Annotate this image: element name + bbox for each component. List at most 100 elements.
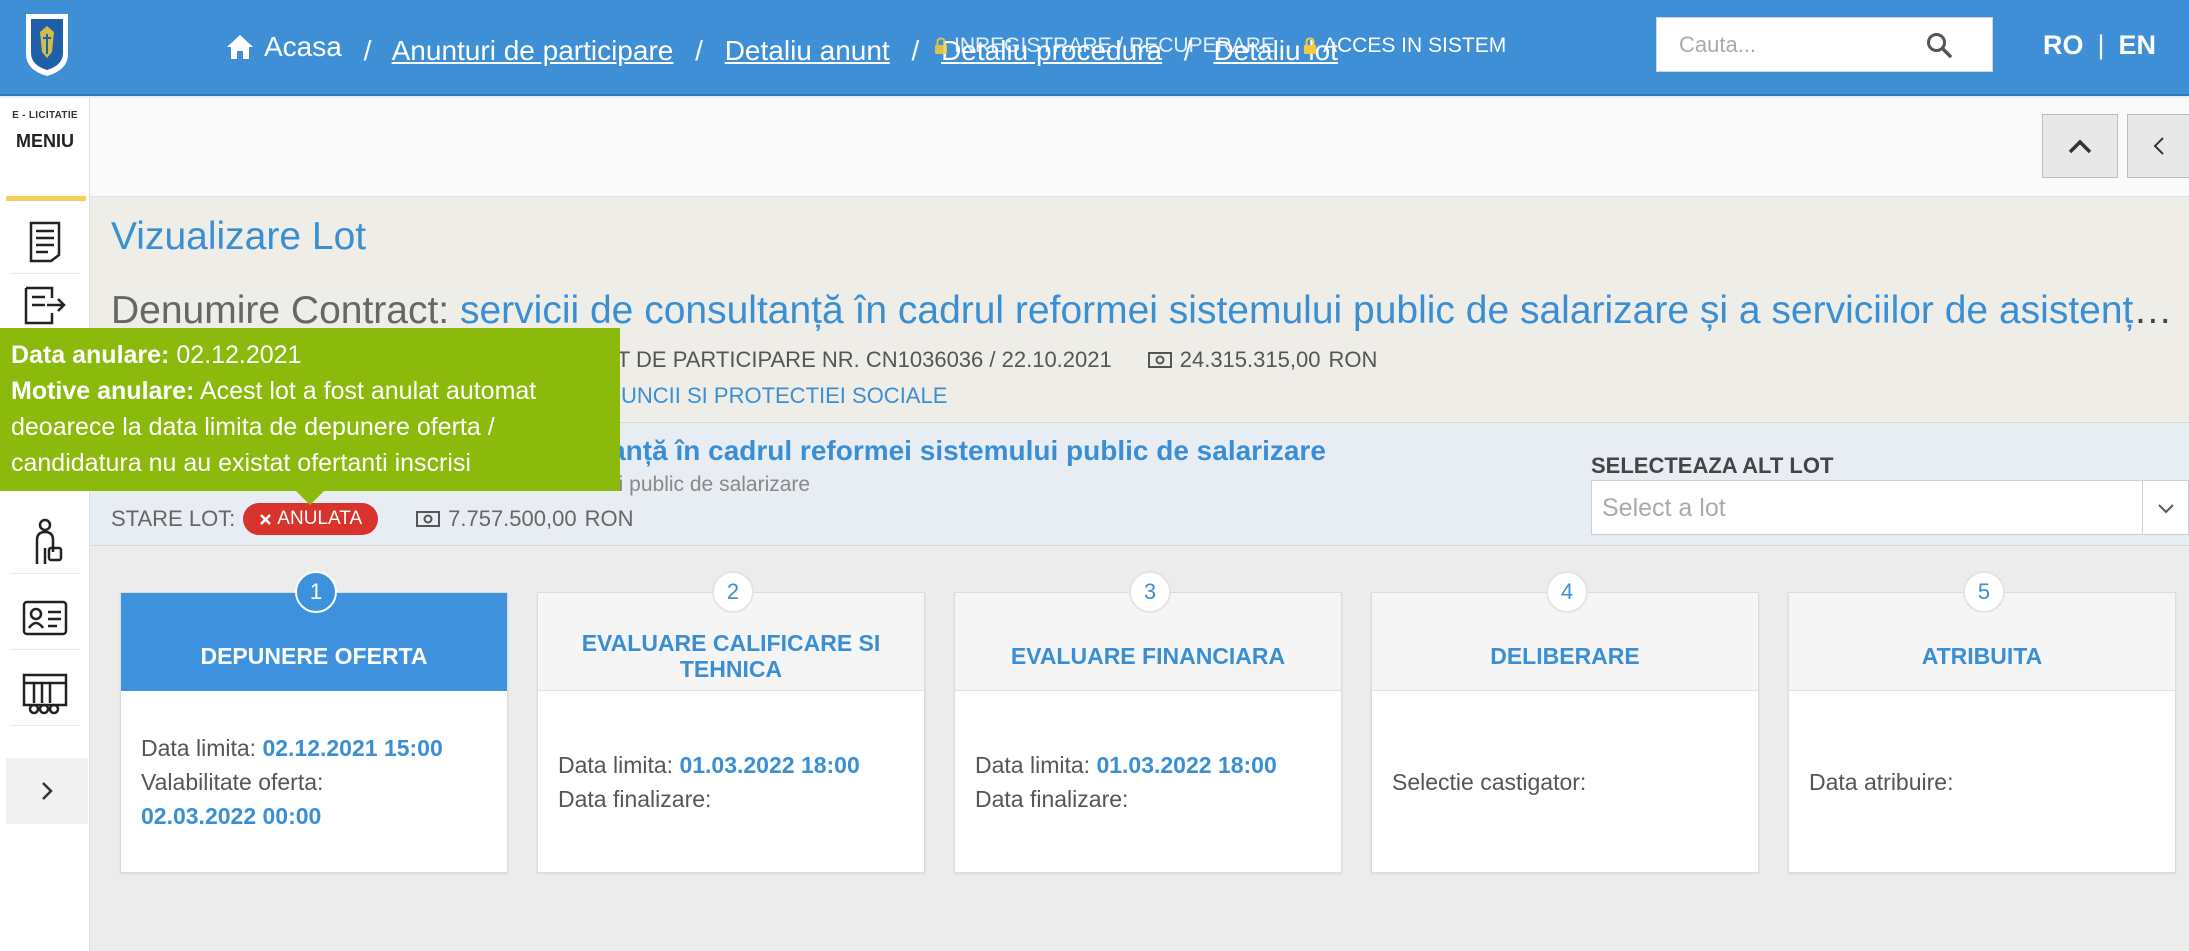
stage-row: Selectie castigator: [1392,765,1742,799]
tooltip-date-value: 02.12.2021 [176,341,302,369]
breadcrumb-separator: / [911,35,920,66]
stage-card-financial[interactable]: 3 EVALUARE FINANCIARA Data limita: 01.03… [954,571,1342,873]
stage-row: Valabilitate oferta: [141,765,491,799]
stage-card-submission[interactable]: 1 DEPUNERE OFERTA Data limita: 02.12.202… [120,571,508,873]
contract-currency: RON [1328,347,1378,372]
sidebar: E - LICITATIE MENIU [0,98,90,951]
person-bag-icon [35,518,63,564]
sidebar-item-list[interactable] [10,285,80,329]
stage-row-value: 02.12.2021 15:00 [262,735,443,761]
shield-crest-logo[interactable] [24,12,70,78]
list-arrow-icon [24,286,66,325]
stage-number: 2 [712,571,754,613]
tooltip-reason-row: Motive anulare: Acest lot a fost anulat … [11,373,609,481]
sub-toolbar [90,98,2189,197]
stage-row-label: Selectie castigator: [1392,769,1587,795]
dropdown-caret[interactable] [2142,481,2188,534]
stage-body: Data limita: 02.12.2021 15:00 Valabilita… [141,691,491,873]
select-lot-dropdown[interactable]: Select a lot [1591,480,2189,535]
stage-number: 3 [1129,571,1171,613]
lot-amount-value: 7.757.500,00 [448,506,577,531]
chevron-down-icon [2157,503,2174,513]
stage-card-awarded[interactable]: 5 ATRIBUITA Data atribuire: [1788,571,2176,873]
lot-state: STARE LOT: ANULATA 7.757.500,00 RON [111,503,633,535]
stage-row-value: 01.03.2022 18:00 [679,752,860,778]
register-label: INREGISTRARE / RECUPERARE [954,34,1275,57]
stage-row-value: 01.03.2022 18:00 [1096,752,1277,778]
search-box [1656,17,1993,72]
breadcrumb-separator: / [363,35,372,66]
money-icon [1147,352,1172,368]
tooltip-date-row: Data anulare: 02.12.2021 [11,337,609,373]
search-input[interactable] [1657,18,1937,71]
stage-number: 1 [295,571,337,613]
tooltip-date-label: Data anulare: [11,341,170,369]
chevron-left-icon [2153,137,2164,155]
contract-amount: 24.315.315,00 RON [1147,347,1378,373]
lang-ro-link[interactable]: RO [2043,30,2084,60]
breadcrumb-home[interactable]: Acasa [226,31,342,63]
stage-row-label: Data finalizare: [975,786,1129,812]
status-badge-label: ANULATA [277,508,363,529]
sidebar-active-indicator [6,196,86,201]
sidebar-item-archive[interactable] [10,662,80,726]
stage-row: Data atribuire: [1809,765,2159,799]
status-badge[interactable]: ANULATA [243,503,379,535]
stage-row: Data limita: 01.03.2022 18:00 [975,748,1325,782]
stage-number: 5 [1963,571,2005,613]
money-icon [416,511,441,527]
sidebar-item-profile[interactable] [10,586,80,650]
stage-row-label: Data finalizare: [558,786,712,812]
close-icon [260,513,272,525]
stage-row-label: Valabilitate oferta: [141,769,324,795]
stage-row-label: Data limita: [141,735,257,761]
register-link[interactable]: INREGISTRARE / RECUPERARE [934,34,1275,58]
lock-icon [935,37,947,54]
document-icon [29,221,61,262]
stage-body: Data limita: 01.03.2022 18:00 Data final… [975,691,1325,873]
stage-row: Data limita: 02.12.2021 15:00 [141,731,491,765]
stage-row-value: 02.03.2022 00:00 [141,803,322,829]
stage-body: Selectie castigator: [1392,691,1742,873]
archive-icon [22,673,68,714]
stage-body: Data limita: 01.03.2022 18:00 Data final… [558,691,908,873]
breadcrumb-announcement-detail-link[interactable]: Detaliu anunt [725,35,890,66]
lot-state-label: STARE LOT: [111,506,236,531]
sidebar-brand[interactable]: E - LICITATIE MENIU [0,110,90,152]
sidebar-item-documents[interactable] [10,210,80,274]
collapse-panel-button[interactable] [2127,114,2189,178]
contract-name: Denumire Contract: servicii de consultan… [111,289,2189,333]
contract-value: servicii de consultanță în cadrul reform… [459,289,2189,332]
lang-en-link[interactable]: EN [2119,30,2157,60]
contract-label: Denumire Contract: [111,289,450,332]
tooltip-reason-label: Motive anulare: [11,377,195,405]
language-switcher: RO | EN [2043,30,2156,61]
sidebar-expand-button[interactable] [6,758,88,824]
tooltip-arrow [296,491,324,505]
stage-card-deliberation[interactable]: 4 DELIBERARE Selectie castigator: [1371,571,1759,873]
stage-number: 4 [1546,571,1588,613]
select-lot-placeholder: Select a lot [1602,494,1726,522]
page-title: Vizualizare Lot [111,215,367,258]
scroll-top-button[interactable] [2042,114,2118,178]
stage-body: Data atribuire: [1809,691,2159,873]
sidebar-menu-label: MENIU [16,131,74,151]
stage-row-label: Data atribuire: [1809,769,1954,795]
stage-row-label: Data limita: [558,752,674,778]
login-link[interactable]: ACCES IN SISTEM [1303,34,1506,58]
lang-separator: | [2097,30,2105,60]
search-icon[interactable] [1926,32,1952,58]
chevron-right-icon [42,782,53,800]
home-icon [227,35,253,59]
lot-amount: 7.757.500,00 RON [416,506,633,532]
lot-currency: RON [584,506,634,531]
stage-row: 02.03.2022 00:00 [141,799,491,833]
sidebar-brand-small: E - LICITATIE [12,110,78,121]
stage-row-label: Data limita: [975,752,1091,778]
breadcrumb-announcements-link[interactable]: Anunturi de participare [392,35,674,66]
sidebar-item-users[interactable] [10,510,80,574]
stage-card-qualification[interactable]: 2 EVALUARE CALIFICARE SI TEHNICA Data li… [537,571,925,873]
cancellation-tooltip: Data anulare: 02.12.2021 Motive anulare:… [0,328,620,505]
select-lot-label: SELECTEAZA ALT LOT [1591,453,1834,478]
chevron-up-icon [2068,139,2092,154]
